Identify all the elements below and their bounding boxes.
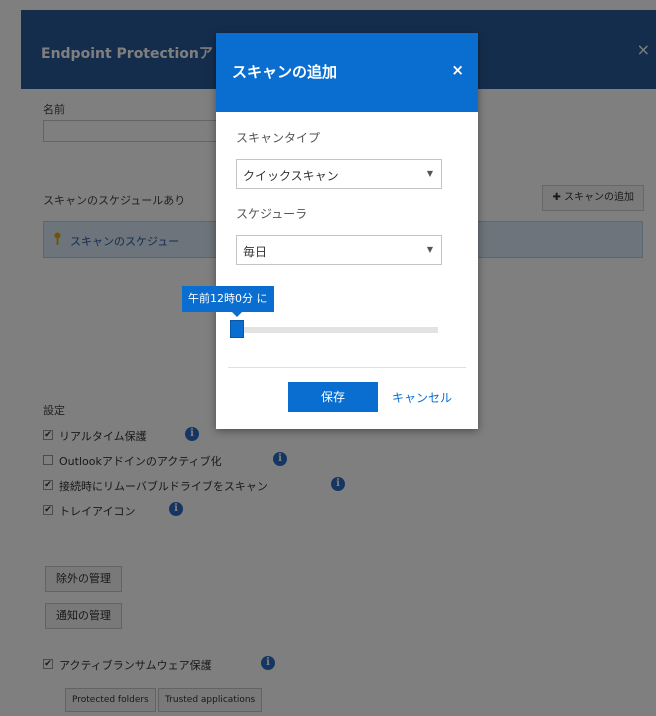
close-icon[interactable]: ×	[451, 61, 464, 79]
scheduler-label: スケジューラ	[236, 207, 308, 221]
chevron-down-icon: ▼	[426, 245, 433, 254]
time-tooltip-text: 午前12時0分 に	[188, 292, 268, 305]
scan-type-select[interactable]: クイックスキャン ▼	[236, 159, 442, 189]
time-slider-track[interactable]	[236, 327, 438, 333]
chevron-down-icon: ▼	[426, 169, 433, 178]
modal-header: スキャンの追加 ×	[216, 33, 478, 112]
scheduler-select[interactable]: 毎日 ▼	[236, 235, 442, 265]
cancel-link[interactable]: キャンセル	[392, 389, 452, 406]
time-tooltip: 午前12時0分 に	[182, 286, 274, 317]
add-scan-modal: スキャンの追加 × スキャンタイプ クイックスキャン ▼ スケジューラ 毎日 ▼…	[182, 33, 478, 429]
scheduler-value: 毎日	[243, 245, 268, 259]
modal-divider	[228, 367, 466, 368]
tooltip-arrow	[232, 312, 242, 317]
modal-title: スキャンの追加	[232, 63, 338, 81]
scan-type-label: スキャンタイプ	[236, 131, 321, 145]
save-button[interactable]: 保存	[288, 382, 378, 412]
scan-type-value: クイックスキャン	[243, 169, 339, 183]
time-slider-handle[interactable]	[230, 320, 244, 338]
